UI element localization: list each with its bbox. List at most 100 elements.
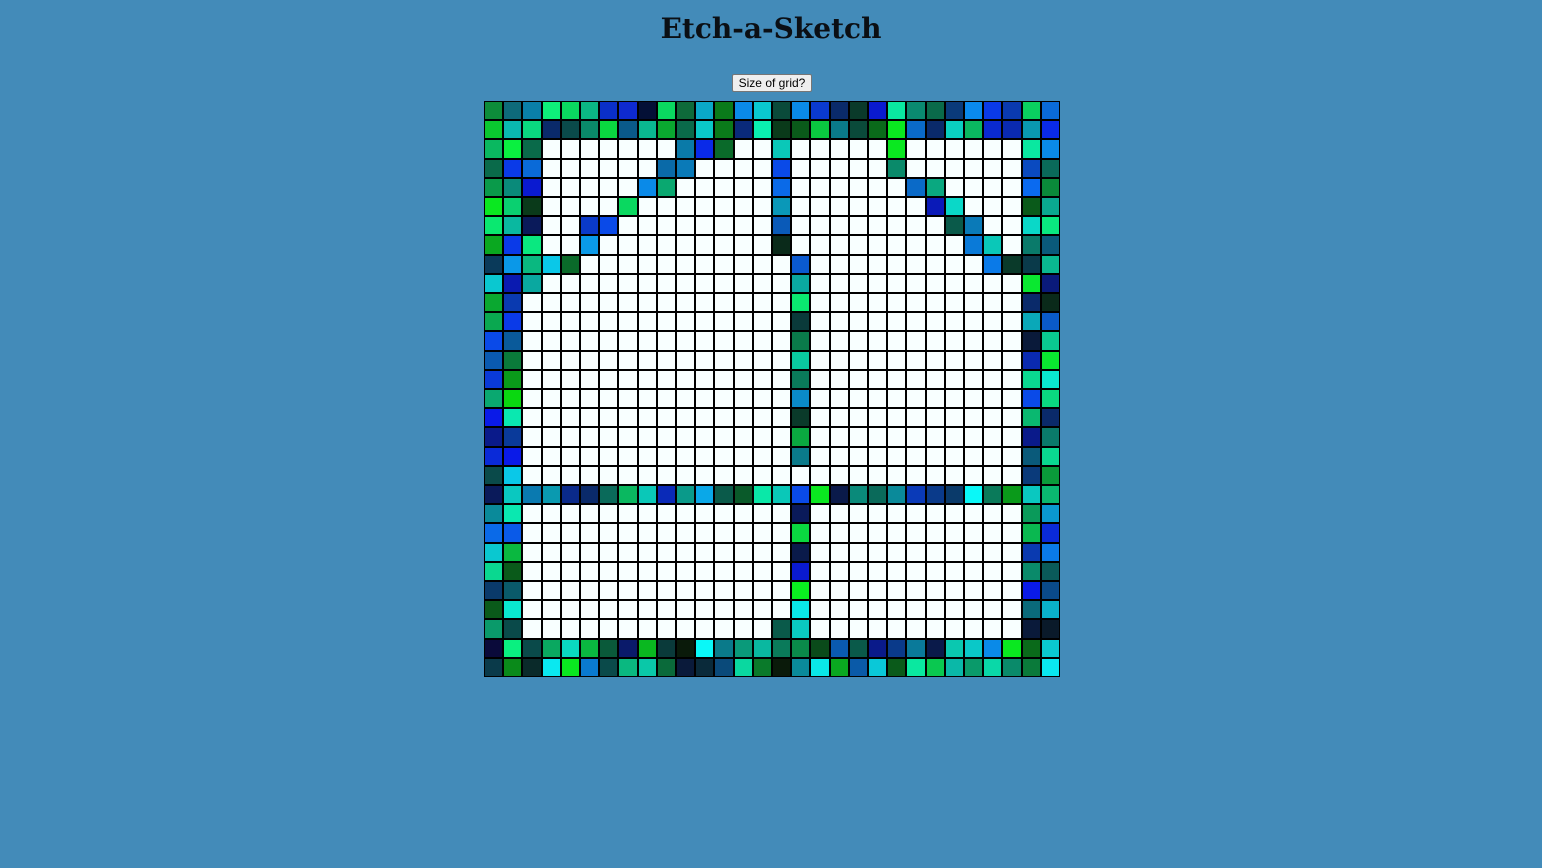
grid-cell[interactable] bbox=[887, 619, 907, 639]
grid-cell[interactable] bbox=[848, 312, 868, 332]
grid-cell[interactable] bbox=[522, 485, 542, 505]
grid-cell[interactable] bbox=[695, 408, 715, 428]
grid-cell[interactable] bbox=[695, 523, 715, 543]
grid-cell[interactable] bbox=[503, 350, 523, 370]
grid-cell[interactable] bbox=[1002, 504, 1022, 524]
grid-cell[interactable] bbox=[925, 139, 945, 159]
grid-cell[interactable] bbox=[580, 254, 600, 274]
grid-cell[interactable] bbox=[637, 389, 657, 409]
grid-cell[interactable] bbox=[906, 485, 926, 505]
grid-cell[interactable] bbox=[637, 312, 657, 332]
grid-cell[interactable] bbox=[1002, 158, 1022, 178]
grid-cell[interactable] bbox=[503, 293, 523, 313]
grid-cell[interactable] bbox=[983, 485, 1003, 505]
grid-cell[interactable] bbox=[772, 235, 792, 255]
grid-cell[interactable] bbox=[484, 485, 504, 505]
grid-cell[interactable] bbox=[810, 561, 830, 581]
grid-cell[interactable] bbox=[810, 158, 830, 178]
grid-cell[interactable] bbox=[695, 101, 715, 121]
grid-cell[interactable] bbox=[637, 523, 657, 543]
grid-cell[interactable] bbox=[925, 101, 945, 121]
grid-cell[interactable] bbox=[887, 273, 907, 293]
grid-cell[interactable] bbox=[752, 293, 772, 313]
grid-cell[interactable] bbox=[580, 561, 600, 581]
grid-cell[interactable] bbox=[772, 638, 792, 658]
grid-cell[interactable] bbox=[752, 331, 772, 351]
grid-cell[interactable] bbox=[637, 177, 657, 197]
grid-cell[interactable] bbox=[791, 235, 811, 255]
grid-cell[interactable] bbox=[829, 600, 849, 620]
grid-cell[interactable] bbox=[656, 485, 676, 505]
grid-cell[interactable] bbox=[964, 408, 984, 428]
grid-cell[interactable] bbox=[503, 657, 523, 677]
grid-cell[interactable] bbox=[656, 235, 676, 255]
grid-cell[interactable] bbox=[560, 600, 580, 620]
grid-cell[interactable] bbox=[752, 504, 772, 524]
grid-cell[interactable] bbox=[656, 465, 676, 485]
grid-cell[interactable] bbox=[484, 446, 504, 466]
grid-cell[interactable] bbox=[733, 638, 753, 658]
grid-cell[interactable] bbox=[522, 408, 542, 428]
grid-cell[interactable] bbox=[733, 389, 753, 409]
grid-cell[interactable] bbox=[1040, 101, 1060, 121]
grid-cell[interactable] bbox=[637, 158, 657, 178]
grid-cell[interactable] bbox=[810, 408, 830, 428]
grid-cell[interactable] bbox=[925, 504, 945, 524]
grid-cell[interactable] bbox=[714, 619, 734, 639]
grid-cell[interactable] bbox=[618, 197, 638, 217]
grid-cell[interactable] bbox=[618, 216, 638, 236]
grid-cell[interactable] bbox=[810, 254, 830, 274]
grid-cell[interactable] bbox=[676, 331, 696, 351]
grid-cell[interactable] bbox=[944, 657, 964, 677]
grid-cell[interactable] bbox=[599, 504, 619, 524]
grid-cell[interactable] bbox=[964, 216, 984, 236]
grid-cell[interactable] bbox=[906, 389, 926, 409]
grid-cell[interactable] bbox=[695, 427, 715, 447]
grid-cell[interactable] bbox=[618, 350, 638, 370]
grid-cell[interactable] bbox=[733, 139, 753, 159]
grid-cell[interactable] bbox=[944, 542, 964, 562]
grid-cell[interactable] bbox=[599, 600, 619, 620]
grid-cell[interactable] bbox=[772, 158, 792, 178]
grid-cell[interactable] bbox=[522, 216, 542, 236]
grid-cell[interactable] bbox=[791, 197, 811, 217]
grid-cell[interactable] bbox=[1040, 312, 1060, 332]
grid-cell[interactable] bbox=[1040, 523, 1060, 543]
grid-cell[interactable] bbox=[618, 293, 638, 313]
grid-cell[interactable] bbox=[580, 581, 600, 601]
grid-cell[interactable] bbox=[925, 657, 945, 677]
grid-cell[interactable] bbox=[887, 158, 907, 178]
grid-cell[interactable] bbox=[752, 427, 772, 447]
grid-cell[interactable] bbox=[599, 465, 619, 485]
grid-cell[interactable] bbox=[944, 581, 964, 601]
grid-cell[interactable] bbox=[829, 561, 849, 581]
grid-cell[interactable] bbox=[772, 369, 792, 389]
grid-cell[interactable] bbox=[503, 408, 523, 428]
grid-cell[interactable] bbox=[541, 465, 561, 485]
grid-cell[interactable] bbox=[560, 389, 580, 409]
grid-cell[interactable] bbox=[580, 600, 600, 620]
grid-cell[interactable] bbox=[676, 427, 696, 447]
grid-cell[interactable] bbox=[848, 120, 868, 140]
grid-cell[interactable] bbox=[887, 600, 907, 620]
grid-cell[interactable] bbox=[522, 657, 542, 677]
grid-cell[interactable] bbox=[580, 638, 600, 658]
grid-cell[interactable] bbox=[560, 523, 580, 543]
grid-cell[interactable] bbox=[733, 523, 753, 543]
grid-cell[interactable] bbox=[733, 504, 753, 524]
grid-cell[interactable] bbox=[810, 542, 830, 562]
grid-cell[interactable] bbox=[695, 177, 715, 197]
grid-cell[interactable] bbox=[1002, 600, 1022, 620]
grid-cell[interactable] bbox=[829, 389, 849, 409]
grid-cell[interactable] bbox=[541, 523, 561, 543]
grid-cell[interactable] bbox=[599, 197, 619, 217]
grid-cell[interactable] bbox=[637, 446, 657, 466]
grid-cell[interactable] bbox=[560, 619, 580, 639]
grid-cell[interactable] bbox=[772, 542, 792, 562]
grid-cell[interactable] bbox=[1040, 197, 1060, 217]
grid-cell[interactable] bbox=[848, 485, 868, 505]
grid-cell[interactable] bbox=[714, 427, 734, 447]
grid-cell[interactable] bbox=[829, 216, 849, 236]
grid-cell[interactable] bbox=[560, 408, 580, 428]
grid-cell[interactable] bbox=[791, 369, 811, 389]
